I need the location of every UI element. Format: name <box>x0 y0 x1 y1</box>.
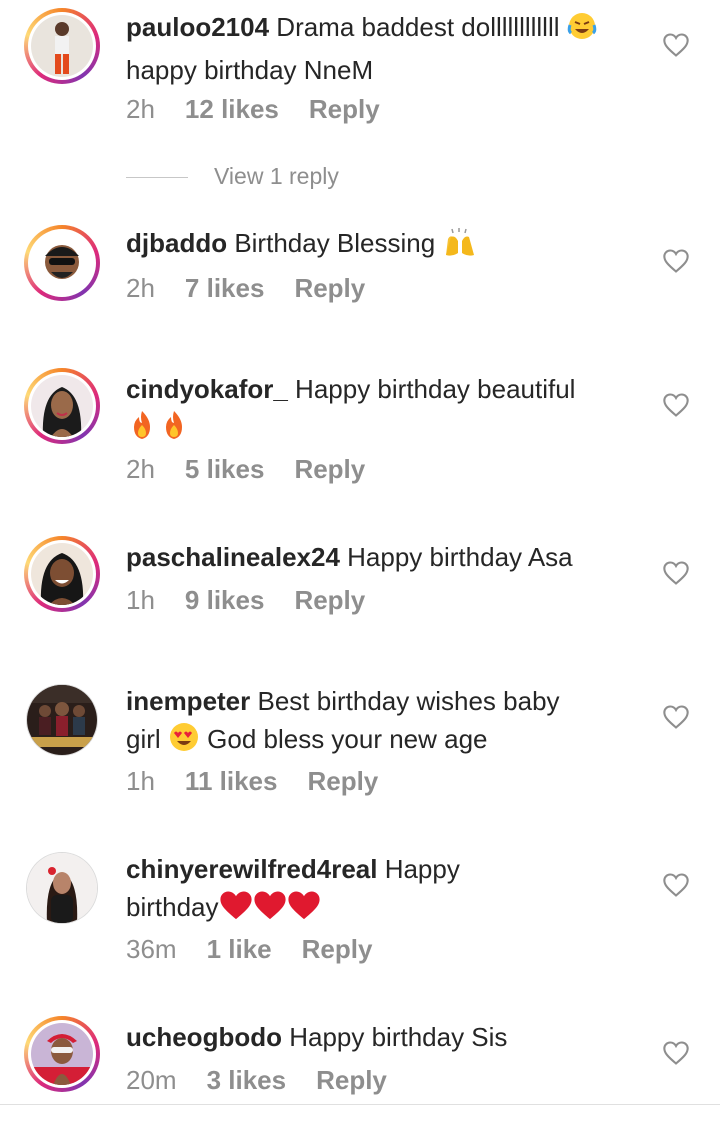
comment-username[interactable]: chinyerewilfred4real <box>126 854 377 884</box>
comment-meta: 1h 9 likes Reply <box>126 585 395 616</box>
reply-button[interactable]: Reply <box>302 934 373 965</box>
avatar[interactable] <box>26 684 98 756</box>
comment-likes[interactable]: 11 likes <box>185 766 278 797</box>
comment-likes[interactable]: 1 like <box>207 934 272 965</box>
comment-item: chinyerewilfred4real Happy birthday 36m 1… <box>0 848 720 978</box>
fire-icon <box>126 409 158 451</box>
comment-username[interactable]: paschalinealex24 <box>126 542 340 572</box>
reply-button[interactable]: Reply <box>294 454 365 485</box>
comment-time: 2h <box>126 273 155 303</box>
view-replies-label[interactable]: View 1 reply <box>214 163 339 190</box>
comment-body: Best birthday wishes baby <box>250 686 560 716</box>
comment-likes[interactable]: 7 likes <box>185 273 265 304</box>
heart-outline-icon[interactable] <box>662 560 690 586</box>
reply-button[interactable]: Reply <box>316 1065 387 1096</box>
comment-username[interactable]: ucheogbodo <box>126 1022 282 1052</box>
comment-body: Drama baddest dollllllllllll <box>269 12 567 42</box>
comment-meta: 36m 1 like Reply <box>126 934 402 965</box>
avatar[interactable] <box>24 1016 100 1092</box>
comment-meta: 1h 11 likes Reply <box>126 766 408 797</box>
heart-outline-icon[interactable] <box>662 248 690 274</box>
comment-item: paschalinealex24 Happy birthday Asa 1h 9 … <box>0 534 720 634</box>
comment-meta: 2h 5 likes Reply <box>126 454 395 485</box>
avatar[interactable] <box>24 8 100 84</box>
reply-button[interactable]: Reply <box>309 94 380 125</box>
tears-of-joy-icon <box>567 11 597 51</box>
red-heart-icon <box>287 889 321 931</box>
avatar[interactable] <box>24 225 100 301</box>
comment-time: 36m <box>126 934 177 964</box>
comment-text: pauloo2104 Drama baddest dollllllllllll … <box>126 8 646 89</box>
reply-button[interactable]: Reply <box>294 585 365 616</box>
comment-body: Happy <box>377 854 460 884</box>
comment-body-line2b: God bless your new age <box>199 724 488 754</box>
comment-body-line2: girl <box>126 724 168 754</box>
avatar[interactable] <box>26 852 98 924</box>
divider <box>126 177 188 178</box>
red-heart-icon <box>253 889 287 931</box>
fire-icon <box>158 409 190 451</box>
comment-username[interactable]: pauloo2104 <box>126 12 269 42</box>
heart-outline-icon[interactable] <box>662 1040 690 1066</box>
avatar[interactable] <box>24 536 100 612</box>
comment-body: Birthday Blessing <box>227 228 443 258</box>
comment-text: ucheogbodo Happy birthday Sis <box>126 1018 646 1056</box>
comment-likes[interactable]: 3 likes <box>207 1065 287 1096</box>
comment-body-line2: happy birthday NneM <box>126 55 374 85</box>
comment-text: djbaddo Birthday Blessing <box>126 224 646 267</box>
comment-text: paschalinealex24 Happy birthday Asa <box>126 538 646 576</box>
comment-text: chinyerewilfred4real Happy birthday <box>126 850 646 931</box>
comment-time: 2h <box>126 94 155 124</box>
comment-meta: 2h 7 likes Reply <box>126 273 395 304</box>
heart-outline-icon[interactable] <box>662 704 690 730</box>
comment-item: pauloo2104 Drama baddest dollllllllllll … <box>0 0 720 160</box>
reply-button[interactable]: Reply <box>294 273 365 304</box>
heart-outline-icon[interactable] <box>662 32 690 58</box>
heart-eyes-icon <box>168 721 200 763</box>
comment-item: ucheogbodo Happy birthday Sis 20m 3 likes… <box>0 1016 720 1104</box>
comment-item: cindyokafor_ Happy birthday beautiful 2h… <box>0 366 720 496</box>
comment-body: Happy birthday beautiful <box>287 374 576 404</box>
comment-text: cindyokafor_ Happy birthday beautiful <box>126 370 646 451</box>
comment-meta: 2h 12 likes Reply <box>126 94 410 125</box>
comment-body: Happy birthday Sis <box>281 1022 508 1052</box>
comment-body: Happy birthday Asa <box>339 542 573 572</box>
raising-hands-icon <box>442 227 478 267</box>
comment-likes[interactable]: 9 likes <box>185 585 265 616</box>
comment-time: 20m <box>126 1065 177 1095</box>
comment-text: inempeter Best birthday wishes baby girl… <box>126 682 646 763</box>
red-heart-icon <box>219 889 253 931</box>
divider <box>0 1104 720 1105</box>
comment-likes[interactable]: 12 likes <box>185 94 279 125</box>
comment-time: 1h <box>126 585 155 615</box>
comment-body-line2: birthday <box>126 892 219 922</box>
comment-username[interactable]: inempeter <box>126 686 250 716</box>
heart-outline-icon[interactable] <box>662 392 690 418</box>
comment-meta: 20m 3 likes Reply <box>126 1065 417 1096</box>
comment-username[interactable]: djbaddo <box>126 228 227 258</box>
comment-time: 2h <box>126 454 155 484</box>
heart-outline-icon[interactable] <box>662 872 690 898</box>
comment-item: inempeter Best birthday wishes baby girl… <box>0 680 720 810</box>
comment-likes[interactable]: 5 likes <box>185 454 265 485</box>
comment-username[interactable]: cindyokafor_ <box>126 374 288 404</box>
comment-time: 1h <box>126 766 155 796</box>
avatar[interactable] <box>24 368 100 444</box>
comment-item: djbaddo Birthday Blessing 2h 7 likes Reply <box>0 220 720 320</box>
reply-button[interactable]: Reply <box>307 766 378 797</box>
